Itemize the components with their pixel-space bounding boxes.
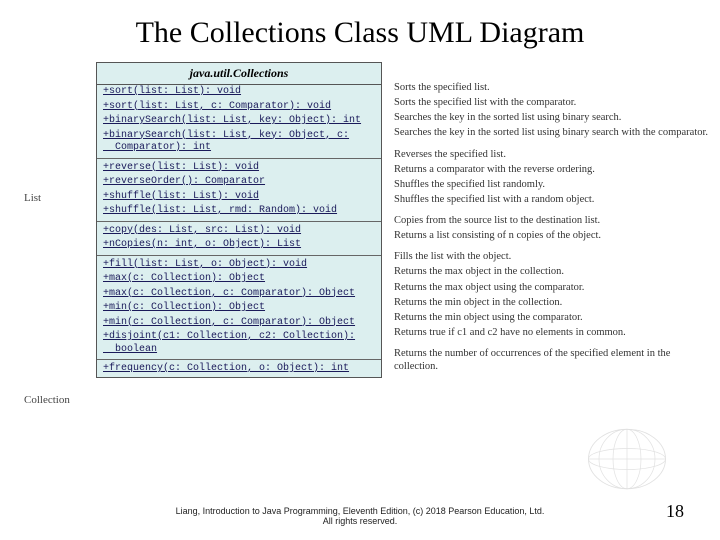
label-list: List xyxy=(24,192,41,204)
method-description: Shuffles the specified list randomly. xyxy=(394,177,714,192)
method-description: Copies from the source list to the desti… xyxy=(394,213,714,228)
method-description: Returns true if c1 and c2 have no elemen… xyxy=(394,325,714,340)
uml-class-body: +sort(list: List): void +sort(list: List… xyxy=(97,85,381,377)
page-number: 18 xyxy=(666,501,684,522)
uml-method: +shuffle(list: List, rmd: Random): void xyxy=(97,204,381,219)
uml-method: +disjoint(c1: Collection, c2: Collection… xyxy=(97,330,381,357)
method-description: Searches the key in the sorted list usin… xyxy=(394,110,714,125)
method-description: Returns a list consisting of n copies of… xyxy=(394,228,714,243)
uml-method: +sort(list: List): void xyxy=(97,85,381,100)
uml-method: +binarySearch(list: List, key: Object, c… xyxy=(97,129,381,156)
uml-method: +fill(list: List, o: Object): void xyxy=(97,258,381,273)
uml-method: +max(c: Collection, c: Comparator): Obje… xyxy=(97,287,381,302)
uml-method: +nCopies(n: int, o: Object): List xyxy=(97,238,381,253)
method-description: Fills the list with the object. xyxy=(394,249,714,264)
method-description: Returns the min object using the compara… xyxy=(394,310,714,325)
method-description: Searches the key in the sorted list usin… xyxy=(394,125,714,140)
diagram-container: List Collection java.util.Collections +s… xyxy=(24,62,696,482)
method-description: Returns the min object in the collection… xyxy=(394,295,714,310)
method-description: Sorts the specified list. xyxy=(394,80,714,95)
method-description: Returns the number of occurrences of the… xyxy=(394,346,714,374)
uml-method: +min(c: Collection): Object xyxy=(97,301,381,316)
uml-class-header: java.util.Collections xyxy=(97,63,381,85)
uml-method: +binarySearch(list: List, key: Object): … xyxy=(97,114,381,129)
descriptions-column: Sorts the specified list. Sorts the spec… xyxy=(394,80,714,374)
uml-method: +copy(des: List, src: List): void xyxy=(97,224,381,239)
divider-icon xyxy=(97,255,381,256)
footer-line-2: All rights reserved. xyxy=(323,516,398,526)
uml-method: +reverse(list: List): void xyxy=(97,161,381,176)
divider-icon xyxy=(97,359,381,360)
uml-method: +shuffle(list: List): void xyxy=(97,190,381,205)
slide: The Collections Class UML Diagram List C… xyxy=(0,0,720,540)
uml-class-box: java.util.Collections +sort(list: List):… xyxy=(96,62,382,378)
uml-method: +frequency(c: Collection, o: Object): in… xyxy=(97,362,381,377)
divider-icon xyxy=(97,221,381,222)
uml-method: +reverseOrder(): Comparator xyxy=(97,175,381,190)
method-description: Shuffles the specified list with a rando… xyxy=(394,192,714,207)
method-description: Returns the max object using the compara… xyxy=(394,280,714,295)
method-description: Returns the max object in the collection… xyxy=(394,264,714,279)
method-description: Sorts the specified list with the compar… xyxy=(394,95,714,110)
uml-method: +min(c: Collection, c: Comparator): Obje… xyxy=(97,316,381,331)
method-description: Reverses the specified list. xyxy=(394,147,714,162)
slide-title: The Collections Class UML Diagram xyxy=(24,16,696,50)
uml-method: +max(c: Collection): Object xyxy=(97,272,381,287)
divider-icon xyxy=(97,158,381,159)
label-collection: Collection xyxy=(24,394,70,406)
globe-watermark-icon xyxy=(582,424,672,494)
uml-method: +sort(list: List, c: Comparator): void xyxy=(97,100,381,115)
footer-line-1: Liang, Introduction to Java Programming,… xyxy=(176,506,545,516)
footer: Liang, Introduction to Java Programming,… xyxy=(0,506,720,526)
method-description: Returns a comparator with the reverse or… xyxy=(394,162,714,177)
